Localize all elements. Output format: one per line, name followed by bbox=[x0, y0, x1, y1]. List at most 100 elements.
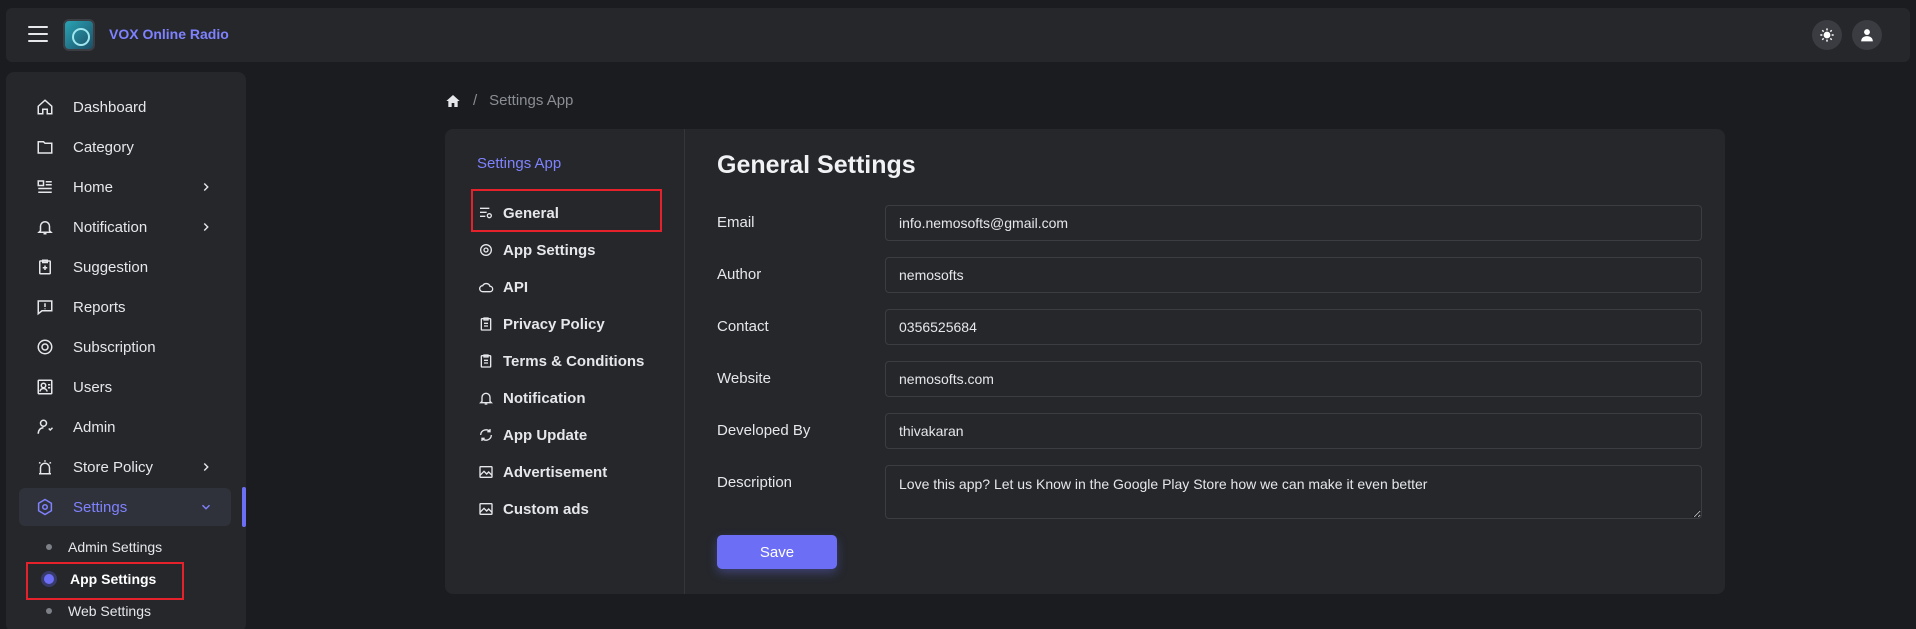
sidebar-item-dashboard[interactable]: Dashboard bbox=[19, 88, 231, 126]
field-label: Description bbox=[717, 474, 793, 491]
app-title: VOX Online Radio bbox=[109, 26, 229, 42]
tab-label: Terms & Conditions bbox=[503, 352, 645, 370]
tab-label: Privacy Policy bbox=[503, 315, 605, 333]
sidebar-item-label: Notification bbox=[73, 219, 148, 236]
document-icon bbox=[480, 354, 492, 368]
bullet-icon bbox=[46, 544, 52, 550]
active-indicator bbox=[242, 487, 246, 527]
tab-label: General bbox=[503, 204, 559, 222]
sidebar-item-suggestion[interactable]: Suggestion bbox=[19, 248, 231, 286]
sidebar-subitem-app-settings[interactable]: App Settings bbox=[34, 564, 156, 594]
user-icon bbox=[1861, 29, 1873, 42]
layout-icon bbox=[37, 180, 52, 193]
sidebar-item-label: Home bbox=[73, 179, 114, 196]
chevron-right-icon bbox=[203, 183, 209, 191]
home-icon bbox=[37, 99, 53, 115]
settings-nav: Settings App General App Settings API Pr… bbox=[445, 129, 685, 594]
sidebar-item-label: Admin bbox=[73, 419, 116, 436]
settings-card: Settings App General App Settings API Pr… bbox=[445, 129, 1725, 594]
chevron-right-icon bbox=[203, 463, 209, 471]
folder-icon bbox=[37, 141, 53, 154]
tab-label: Custom ads bbox=[503, 500, 589, 518]
tab-label: Advertisement bbox=[503, 463, 608, 481]
document-icon bbox=[480, 317, 492, 331]
sidebar-subitem-label: Admin Settings bbox=[68, 539, 163, 555]
app-logo bbox=[63, 19, 95, 51]
gear-icon bbox=[480, 244, 492, 256]
sidebar-item-users[interactable]: Users bbox=[19, 368, 231, 406]
contact-field[interactable] bbox=[885, 309, 1702, 345]
subscription-icon bbox=[37, 339, 53, 355]
tab-app-update[interactable]: App Update bbox=[478, 418, 587, 452]
bell-icon bbox=[479, 392, 493, 405]
clipboard-plus-icon bbox=[39, 259, 51, 275]
sidebar-item-store-policy[interactable]: Store Policy bbox=[19, 448, 231, 486]
author-field[interactable] bbox=[885, 257, 1702, 293]
sidebar-item-label: Store Policy bbox=[73, 459, 154, 476]
image-icon bbox=[479, 466, 493, 478]
sun-icon bbox=[1820, 28, 1834, 42]
sidebar-item-label: Subscription bbox=[73, 339, 156, 356]
tab-custom-ads[interactable]: Custom ads bbox=[478, 492, 589, 526]
website-field[interactable] bbox=[885, 361, 1702, 397]
report-icon bbox=[37, 300, 53, 316]
sidebar-subitem-web-settings[interactable]: Web Settings bbox=[34, 596, 151, 626]
sidebar-item-label: Category bbox=[73, 139, 134, 156]
tab-general[interactable]: General bbox=[478, 196, 559, 230]
admin-icon bbox=[37, 419, 54, 434]
tab-advertisement[interactable]: Advertisement bbox=[478, 455, 607, 489]
form-row-author: Author bbox=[717, 257, 1702, 293]
sidebar-subitem-label: App Settings bbox=[70, 571, 157, 587]
sidebar-item-category[interactable]: Category bbox=[19, 128, 231, 166]
sidebar-item-notification[interactable]: Notification bbox=[19, 208, 231, 246]
sidebar-item-home[interactable]: Home bbox=[19, 168, 231, 206]
sliders-icon bbox=[480, 207, 492, 219]
panel-title: General Settings bbox=[717, 151, 916, 179]
breadcrumb-current: Settings App bbox=[489, 92, 574, 109]
sidebar-item-subscription[interactable]: Subscription bbox=[19, 328, 231, 366]
description-field[interactable]: Love this app? Let us Know in the Google… bbox=[885, 465, 1702, 519]
theme-toggle-button[interactable] bbox=[1812, 20, 1842, 50]
sidebar-item-label: Users bbox=[73, 379, 113, 396]
sidebar-item-settings[interactable]: Settings bbox=[19, 488, 231, 526]
save-button[interactable]: Save bbox=[717, 535, 837, 569]
form-row-website: Website bbox=[717, 361, 1702, 397]
email-field[interactable] bbox=[885, 205, 1702, 241]
sidebar-item-label: Reports bbox=[73, 299, 126, 316]
chevron-right-icon bbox=[203, 223, 209, 231]
hamburger-icon[interactable] bbox=[28, 26, 48, 42]
sidebar: Dashboard Category Home Notification Sug… bbox=[6, 72, 246, 629]
sidebar-item-label: Dashboard bbox=[73, 99, 147, 116]
tab-api[interactable]: API bbox=[478, 270, 528, 304]
field-label: Developed By bbox=[717, 422, 811, 439]
sidebar-subitem-label: Web Settings bbox=[68, 603, 152, 619]
tab-terms-conditions[interactable]: Terms & Conditions bbox=[478, 344, 644, 378]
tab-privacy-policy[interactable]: Privacy Policy bbox=[478, 307, 605, 341]
field-label: Author bbox=[717, 266, 762, 283]
breadcrumb-separator: / bbox=[473, 92, 478, 109]
developed-by-field[interactable] bbox=[885, 413, 1702, 449]
top-bar: VOX Online Radio bbox=[6, 8, 1910, 62]
home-icon[interactable] bbox=[445, 93, 461, 109]
sidebar-item-reports[interactable]: Reports bbox=[19, 288, 231, 326]
form-row-contact: Contact bbox=[717, 309, 1702, 345]
tab-label: App Update bbox=[503, 426, 588, 444]
settings-nav-title: Settings App bbox=[477, 155, 562, 172]
store-icon bbox=[38, 460, 52, 475]
tab-app-settings[interactable]: App Settings bbox=[478, 233, 596, 267]
tab-label: Notification bbox=[503, 389, 586, 407]
breadcrumb: / Settings App bbox=[445, 92, 573, 109]
sidebar-item-admin[interactable]: Admin bbox=[19, 408, 231, 446]
image-icon bbox=[479, 503, 493, 515]
tab-label: App Settings bbox=[503, 241, 596, 259]
bullet-icon bbox=[46, 608, 52, 614]
refresh-icon bbox=[480, 429, 492, 441]
form-row-developed-by: Developed By bbox=[717, 413, 1702, 449]
tab-notification[interactable]: Notification bbox=[478, 381, 586, 415]
sidebar-subitem-admin-settings[interactable]: Admin Settings bbox=[34, 532, 162, 562]
tab-label: API bbox=[503, 278, 529, 296]
users-icon bbox=[37, 379, 53, 395]
profile-button[interactable] bbox=[1852, 20, 1882, 50]
field-label: Website bbox=[717, 370, 771, 387]
chevron-down-icon bbox=[202, 504, 210, 510]
